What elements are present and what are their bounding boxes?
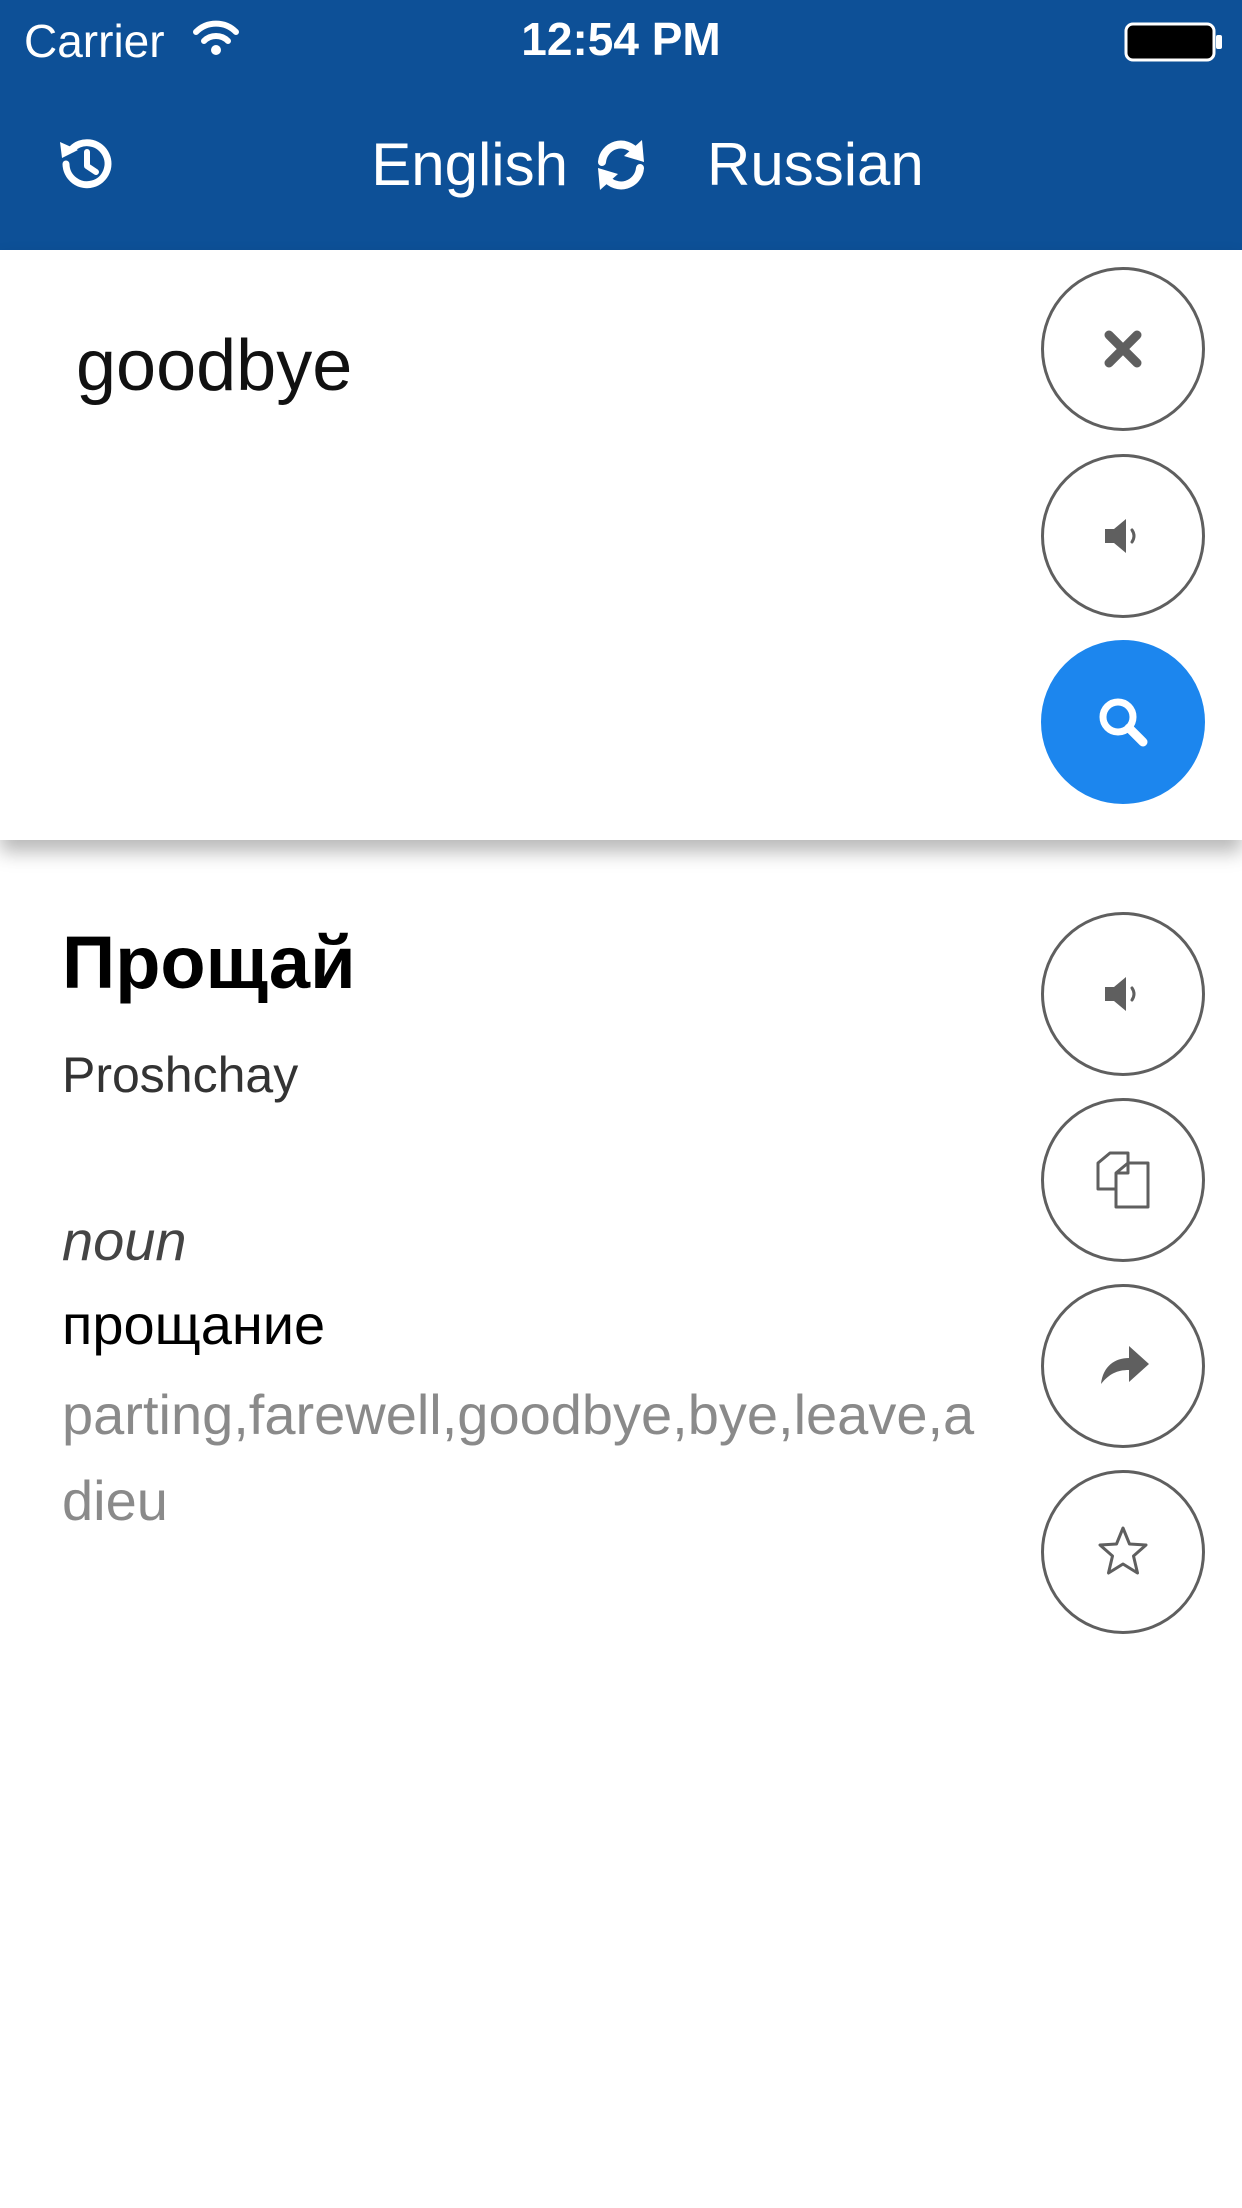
transliteration: Proshchay: [62, 1047, 299, 1103]
search-button[interactable]: [1041, 640, 1205, 804]
speaker-icon: [1105, 519, 1136, 553]
dictionary-word: прощание: [62, 1293, 326, 1356]
input-text[interactable]: goodbye: [76, 325, 352, 407]
refresh-icon: [598, 140, 644, 190]
source-language-button[interactable]: English: [300, 130, 568, 199]
speaker-icon: [1105, 977, 1136, 1011]
translation-title: Прощай: [62, 921, 356, 1004]
app-header: Carrier 12:54 PM English Russian: [0, 0, 1242, 250]
copy-button[interactable]: [1041, 1098, 1205, 1262]
battery-icon: [1124, 22, 1222, 62]
share-button[interactable]: [1041, 1284, 1205, 1448]
star-icon: [1098, 1526, 1148, 1575]
clear-button[interactable]: [1041, 267, 1205, 431]
copy-icon: [1096, 1151, 1150, 1209]
history-button[interactable]: [50, 128, 122, 200]
part-of-speech: noun: [62, 1209, 187, 1272]
target-language-button[interactable]: Russian: [707, 130, 924, 199]
speak-translation-button[interactable]: [1041, 912, 1205, 1076]
synonyms: parting,farewell,goodbye,bye,leave,adieu: [62, 1383, 975, 1532]
favorite-button[interactable]: [1041, 1470, 1205, 1634]
close-icon: [1104, 330, 1142, 368]
history-icon: [60, 139, 112, 189]
status-time: 12:54 PM: [521, 13, 721, 65]
speak-input-button[interactable]: [1041, 454, 1205, 618]
search-icon: [1099, 698, 1148, 747]
share-icon: [1101, 1346, 1149, 1384]
swap-languages-button[interactable]: [590, 134, 652, 196]
